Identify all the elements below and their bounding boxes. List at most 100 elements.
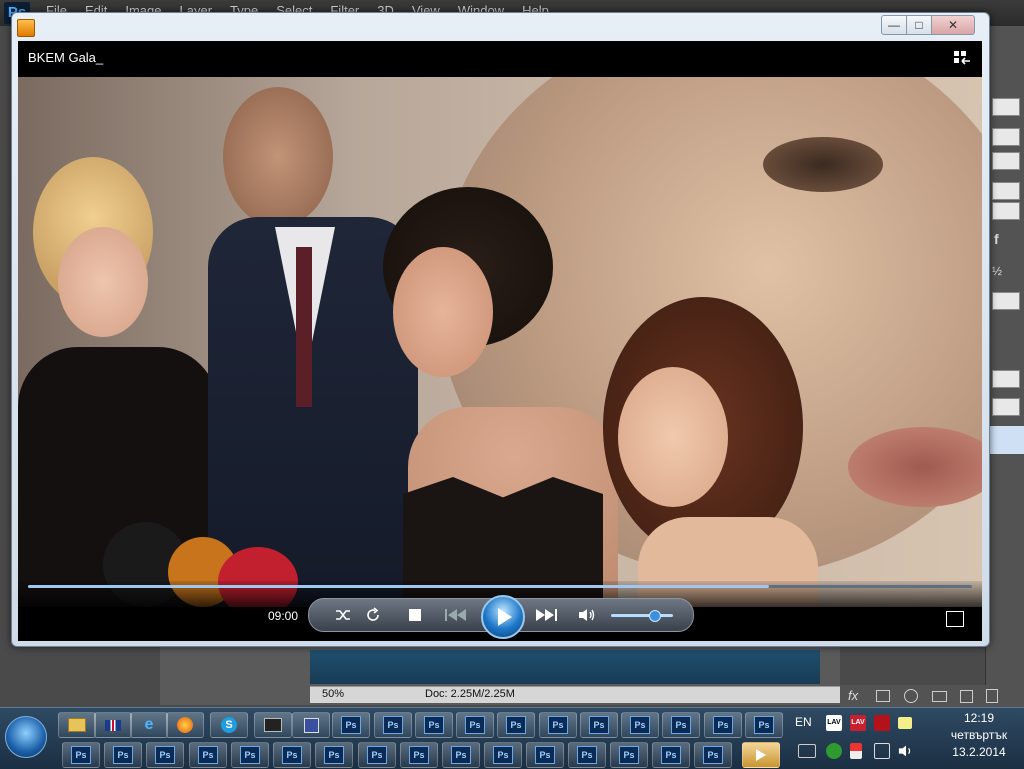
lav-filters-icon[interactable]: LAV — [850, 715, 866, 731]
photoshop-taskbar-button[interactable]: Ps — [568, 742, 606, 768]
photoshop-taskbar-button[interactable]: Ps — [497, 712, 535, 738]
person-face — [393, 247, 493, 377]
switch-to-library-icon[interactable] — [953, 50, 971, 66]
volume-icon[interactable] — [898, 743, 914, 759]
shuffle-button[interactable] — [329, 599, 357, 631]
photoshop-taskbar-button[interactable]: Ps — [315, 742, 353, 768]
clock-date: 13.2.2014 — [952, 745, 1006, 759]
trash-icon[interactable] — [986, 689, 998, 703]
photoshop-taskbar-button[interactable]: Ps — [745, 712, 783, 738]
photoshop-taskbar-button[interactable]: Ps — [484, 742, 522, 768]
panel-dropdown[interactable] — [992, 398, 1020, 416]
new-layer-icon[interactable] — [960, 690, 973, 703]
photoshop-taskbar-button[interactable]: Ps — [104, 742, 142, 768]
photoshop-icon: Ps — [282, 746, 302, 764]
folder-icon[interactable] — [932, 691, 947, 702]
photoshop-icon: Ps — [671, 716, 691, 734]
clock-day: четвъртък — [950, 728, 1008, 742]
photoshop-icon: Ps — [713, 716, 733, 734]
photoshop-icon: Ps — [589, 716, 609, 734]
maximize-button[interactable]: □ — [906, 15, 932, 35]
stop-button[interactable] — [401, 599, 429, 631]
mask-icon[interactable] — [876, 690, 890, 702]
skype-button[interactable]: S — [210, 712, 248, 738]
keyboard-icon[interactable] — [798, 744, 816, 758]
seek-bar[interactable] — [28, 585, 972, 588]
panel-dropdown[interactable] — [992, 370, 1020, 388]
mute-button[interactable] — [573, 599, 601, 631]
panel-field[interactable] — [992, 202, 1020, 220]
photoshop-taskbar-button[interactable]: Ps — [400, 742, 438, 768]
photoshop-icon: Ps — [341, 716, 361, 734]
input-language[interactable]: EN — [795, 715, 812, 729]
previous-button[interactable] — [439, 599, 473, 631]
elapsed-time: 09:00 — [268, 609, 299, 623]
panel-dropdown[interactable] — [992, 292, 1020, 310]
person-face — [58, 227, 148, 337]
fullscreen-icon[interactable] — [946, 611, 964, 627]
panel-field[interactable] — [992, 182, 1020, 200]
photoshop-taskbar-button[interactable]: Ps — [415, 712, 453, 738]
next-button[interactable] — [529, 599, 563, 631]
photoshop-icon: Ps — [630, 716, 650, 734]
photoshop-taskbar-button[interactable]: Ps — [146, 742, 184, 768]
photoshop-taskbar-button[interactable]: Ps — [662, 712, 700, 738]
media-player-window: — □ ✕ BKEM Gala_ 09:00 — [11, 12, 990, 647]
save-app-button[interactable] — [292, 712, 330, 738]
photoshop-taskbar-button[interactable]: Ps — [704, 712, 742, 738]
photoshop-icon: Ps — [754, 716, 774, 734]
photoshop-taskbar-button[interactable]: Ps — [580, 712, 618, 738]
lav-icon[interactable]: LAV — [826, 715, 842, 731]
video-frame[interactable] — [18, 77, 982, 607]
photoshop-icon: Ps — [113, 746, 133, 764]
adjustment-icon[interactable] — [904, 689, 918, 703]
panel-selected-layer[interactable] — [986, 426, 1024, 454]
photoshop-taskbar-button[interactable]: Ps — [694, 742, 732, 768]
network-icon[interactable] — [874, 743, 890, 759]
play-button[interactable] — [481, 595, 525, 639]
photoshop-taskbar-button[interactable]: Ps — [358, 742, 396, 768]
photoshop-taskbar-button[interactable]: Ps — [273, 742, 311, 768]
photoshop-icon: Ps — [451, 746, 471, 764]
photoshop-taskbar-button[interactable]: Ps — [539, 712, 577, 738]
windows-taskbar: e S EN LAV LAV 12:19 четвъртък 13.2.2014… — [0, 707, 1024, 769]
action-center-flag-icon[interactable] — [850, 743, 862, 759]
photoshop-taskbar-button[interactable]: Ps — [456, 712, 494, 738]
photoshop-taskbar-button[interactable]: Ps — [189, 742, 227, 768]
photoshop-taskbar-button[interactable]: Ps — [526, 742, 564, 768]
system-tray: LAV LAV — [798, 714, 926, 764]
notes-icon[interactable] — [898, 717, 912, 729]
info-icon[interactable] — [826, 743, 842, 759]
photoshop-icon: Ps — [424, 716, 444, 734]
panel-glyph: ½ — [992, 264, 1003, 278]
acrobat-icon[interactable] — [874, 715, 890, 731]
photoshop-taskbar-button[interactable]: Ps — [62, 742, 100, 768]
close-button[interactable]: ✕ — [931, 15, 975, 35]
volume-knob[interactable] — [649, 610, 662, 622]
photoshop-taskbar-button[interactable]: Ps — [231, 742, 269, 768]
system-clock[interactable]: 12:19 четвъртък 13.2.2014 — [935, 710, 1023, 761]
photoshop-taskbar-button[interactable]: Ps — [442, 742, 480, 768]
nested-screenshot-thumbnail — [310, 650, 820, 684]
photoshop-taskbar-button[interactable]: Ps — [374, 712, 412, 738]
volume-slider[interactable] — [611, 610, 673, 622]
start-button[interactable] — [5, 716, 47, 758]
panel-dropdown[interactable] — [992, 128, 1020, 146]
minimize-button[interactable]: — — [881, 15, 907, 35]
explorer-button[interactable] — [58, 712, 96, 738]
language-flag-button[interactable] — [94, 712, 132, 738]
media-player-taskbar-button[interactable] — [742, 742, 780, 768]
ie-button[interactable]: e — [130, 712, 168, 738]
photoshop-taskbar-button[interactable]: Ps — [610, 742, 648, 768]
photoshop-taskbar-button[interactable]: Ps — [621, 712, 659, 738]
firefox-button[interactable] — [166, 712, 204, 738]
repeat-button[interactable] — [359, 599, 387, 631]
panel-dropdown[interactable] — [992, 152, 1020, 170]
photoshop-taskbar-button[interactable]: Ps — [652, 742, 690, 768]
camera-button[interactable] — [254, 712, 292, 738]
fx-icon[interactable]: fx — [848, 688, 858, 703]
photoshop-taskbar-button[interactable]: Ps — [332, 712, 370, 738]
zoom-level[interactable]: 50% — [322, 688, 344, 700]
media-player-icon[interactable] — [17, 19, 35, 37]
panel-dropdown[interactable] — [992, 98, 1020, 116]
